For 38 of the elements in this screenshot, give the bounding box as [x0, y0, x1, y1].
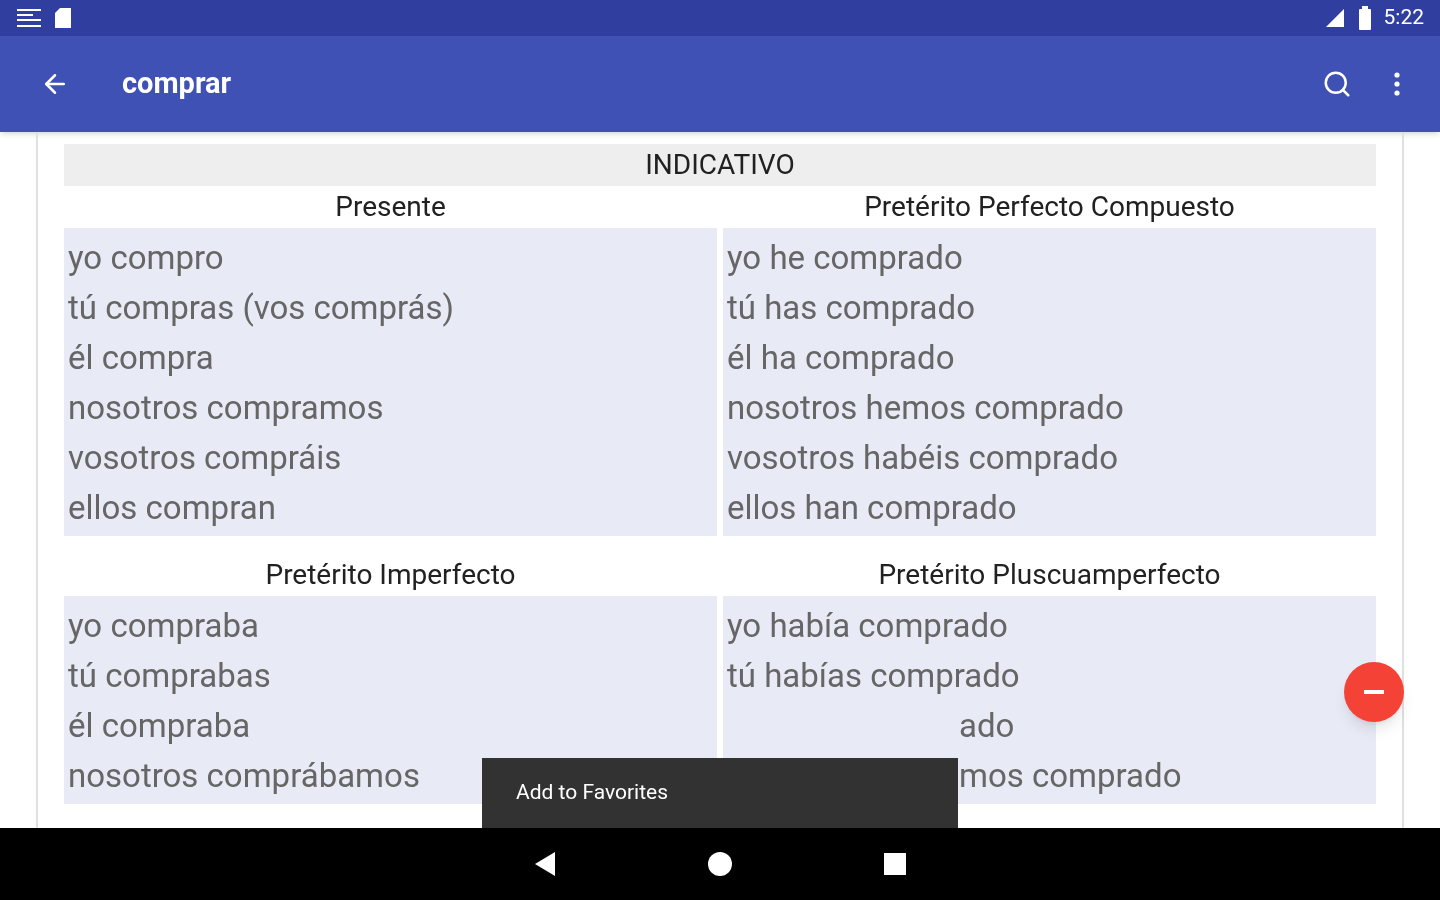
conjugation-text: tú habías comprado: [727, 658, 1020, 692]
conjugation-text: ellos han comprado: [727, 490, 1017, 524]
conjugation-text: yo compraba: [68, 608, 259, 642]
tense-heading: Pretérito Perfecto Compuesto: [863, 189, 1236, 225]
home-circle-icon[interactable]: [707, 851, 733, 877]
conjugation-text: yo había comprado: [727, 608, 1008, 642]
conjugation-text: ado: [959, 708, 1015, 742]
conjugation-text: mos comprado: [959, 758, 1182, 792]
conjugation-text: vosotros compráis: [68, 440, 342, 474]
back-triangle-icon[interactable]: [533, 851, 557, 877]
notification-icon: [16, 6, 42, 30]
conjugation-text: él ha comprado: [727, 340, 955, 374]
conjugation-text: vosotros habéis comprado: [727, 440, 1118, 474]
more-button[interactable]: [1394, 72, 1400, 96]
clock: 5:22: [1383, 4, 1424, 32]
tense-heading: Pretérito Pluscuamperfecto: [877, 557, 1222, 593]
conjugation-text: yo he comprado: [727, 240, 963, 274]
more-icon: [1394, 72, 1400, 96]
toast-message: Add to Favorites: [516, 779, 669, 807]
toolbar-title: comprar: [122, 65, 232, 103]
section-heading: INDICATIVO: [64, 144, 1376, 186]
tense-heading: Presente: [334, 189, 447, 225]
conjugation-text: yo compro: [68, 240, 224, 274]
sd-card-icon: [54, 7, 72, 29]
conjugation-text: él compra: [68, 340, 214, 374]
search-button[interactable]: [1322, 69, 1352, 99]
conjugation-text: tú comprabas: [68, 658, 271, 692]
minus-icon: [1364, 690, 1384, 694]
conjugation-text: nosotros compramos: [68, 390, 384, 424]
tense-heading: Pretérito Imperfecto: [264, 557, 517, 593]
recents-square-icon[interactable]: [883, 852, 907, 876]
battery-icon: [1357, 6, 1372, 30]
conjugation-text: nosotros hemos comprado: [727, 390, 1124, 424]
conjugation-text: tú has comprado: [727, 290, 975, 324]
conjugation-text: ellos compran: [68, 490, 276, 524]
search-icon: [1322, 69, 1352, 99]
conjugation-text: él compraba: [68, 708, 251, 742]
conjugation-text: nosotros comprábamos: [68, 758, 420, 792]
